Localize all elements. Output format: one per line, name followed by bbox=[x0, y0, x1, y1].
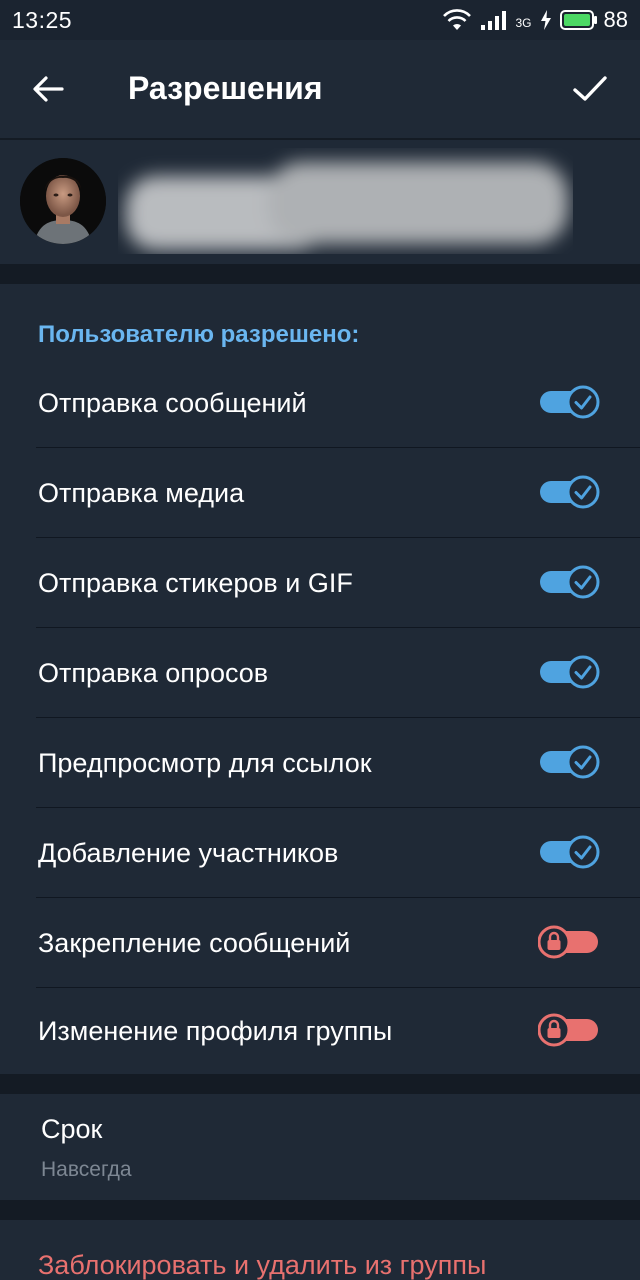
charging-icon bbox=[540, 10, 552, 30]
checkmark-icon bbox=[573, 76, 607, 101]
page-title: Разрешения bbox=[128, 70, 323, 106]
permission-label: Закрепление сообщений bbox=[38, 928, 351, 958]
toggle-switch-on[interactable] bbox=[538, 742, 602, 782]
status-bar: 13:25 3G 88 bbox=[0, 0, 640, 40]
network-type-label: 3G bbox=[515, 16, 532, 30]
duration-value: Навсегда bbox=[41, 1158, 132, 1181]
permission-row[interactable]: Отправка стикеров и GIF bbox=[0, 538, 640, 628]
check-circle-icon bbox=[540, 655, 600, 689]
permission-row[interactable]: Изменение профиля группы bbox=[0, 986, 640, 1076]
toggle-switch-on[interactable] bbox=[538, 832, 602, 872]
permission-label: Изменение профиля группы bbox=[38, 1016, 393, 1046]
permission-label: Отправка стикеров и GIF bbox=[38, 568, 353, 598]
permission-row[interactable]: Отправка опросов bbox=[0, 628, 640, 718]
permission-label: Отправка сообщений bbox=[38, 388, 307, 418]
permissions-section-title: Пользователю разрешено: bbox=[38, 321, 360, 348]
signal-icon bbox=[480, 9, 508, 31]
permission-row[interactable]: Предпросмотр для ссылок bbox=[0, 718, 640, 808]
permission-row[interactable]: Отправка сообщений bbox=[0, 358, 640, 448]
status-icons: 3G 88 bbox=[442, 7, 628, 33]
permission-label: Предпросмотр для ссылок bbox=[38, 748, 372, 778]
confirm-button[interactable] bbox=[568, 69, 612, 109]
permission-label: Отправка медиа bbox=[38, 478, 245, 508]
user-avatar bbox=[20, 158, 106, 244]
redacted-user-name bbox=[118, 148, 573, 254]
check-circle-icon bbox=[540, 835, 600, 869]
permission-row[interactable]: Добавление участников bbox=[0, 808, 640, 898]
app-bar: Разрешения bbox=[0, 40, 640, 138]
wifi-icon bbox=[442, 8, 472, 32]
back-button[interactable] bbox=[28, 69, 68, 109]
permission-row[interactable]: Закрепление сообщений bbox=[0, 898, 640, 988]
lock-icon bbox=[537, 1013, 598, 1047]
permission-label: Отправка опросов bbox=[38, 658, 269, 688]
lock-icon bbox=[537, 925, 598, 959]
permission-label: Добавление участников bbox=[38, 838, 339, 868]
arrow-left-icon bbox=[33, 76, 64, 102]
toggle-switch-on[interactable] bbox=[538, 652, 602, 692]
user-row[interactable] bbox=[0, 140, 640, 264]
status-time: 13:25 bbox=[12, 6, 73, 33]
toggle-switch-on[interactable] bbox=[538, 562, 602, 602]
permissions-section: Пользователю разрешено: Отправка сообщен… bbox=[0, 284, 640, 1074]
ban-section: Заблокировать и удалить из группы bbox=[0, 1220, 640, 1280]
check-circle-icon bbox=[540, 475, 600, 509]
toggle-switch-locked[interactable] bbox=[537, 1010, 602, 1050]
battery-icon bbox=[559, 9, 598, 31]
check-circle-icon bbox=[540, 565, 600, 599]
toggle-switch-on[interactable] bbox=[538, 472, 602, 512]
toggle-switch-on[interactable] bbox=[538, 382, 602, 422]
check-circle-icon bbox=[540, 385, 600, 419]
toggle-switch-locked[interactable] bbox=[537, 922, 602, 962]
check-circle-icon bbox=[540, 745, 600, 779]
battery-percent: 88 bbox=[603, 7, 628, 32]
duration-label: Срок bbox=[41, 1114, 103, 1144]
permission-row[interactable]: Отправка медиа bbox=[0, 448, 640, 538]
duration-row[interactable]: Срок Навсегда bbox=[0, 1094, 640, 1200]
ban-and-remove-button[interactable]: Заблокировать и удалить из группы bbox=[38, 1250, 486, 1280]
